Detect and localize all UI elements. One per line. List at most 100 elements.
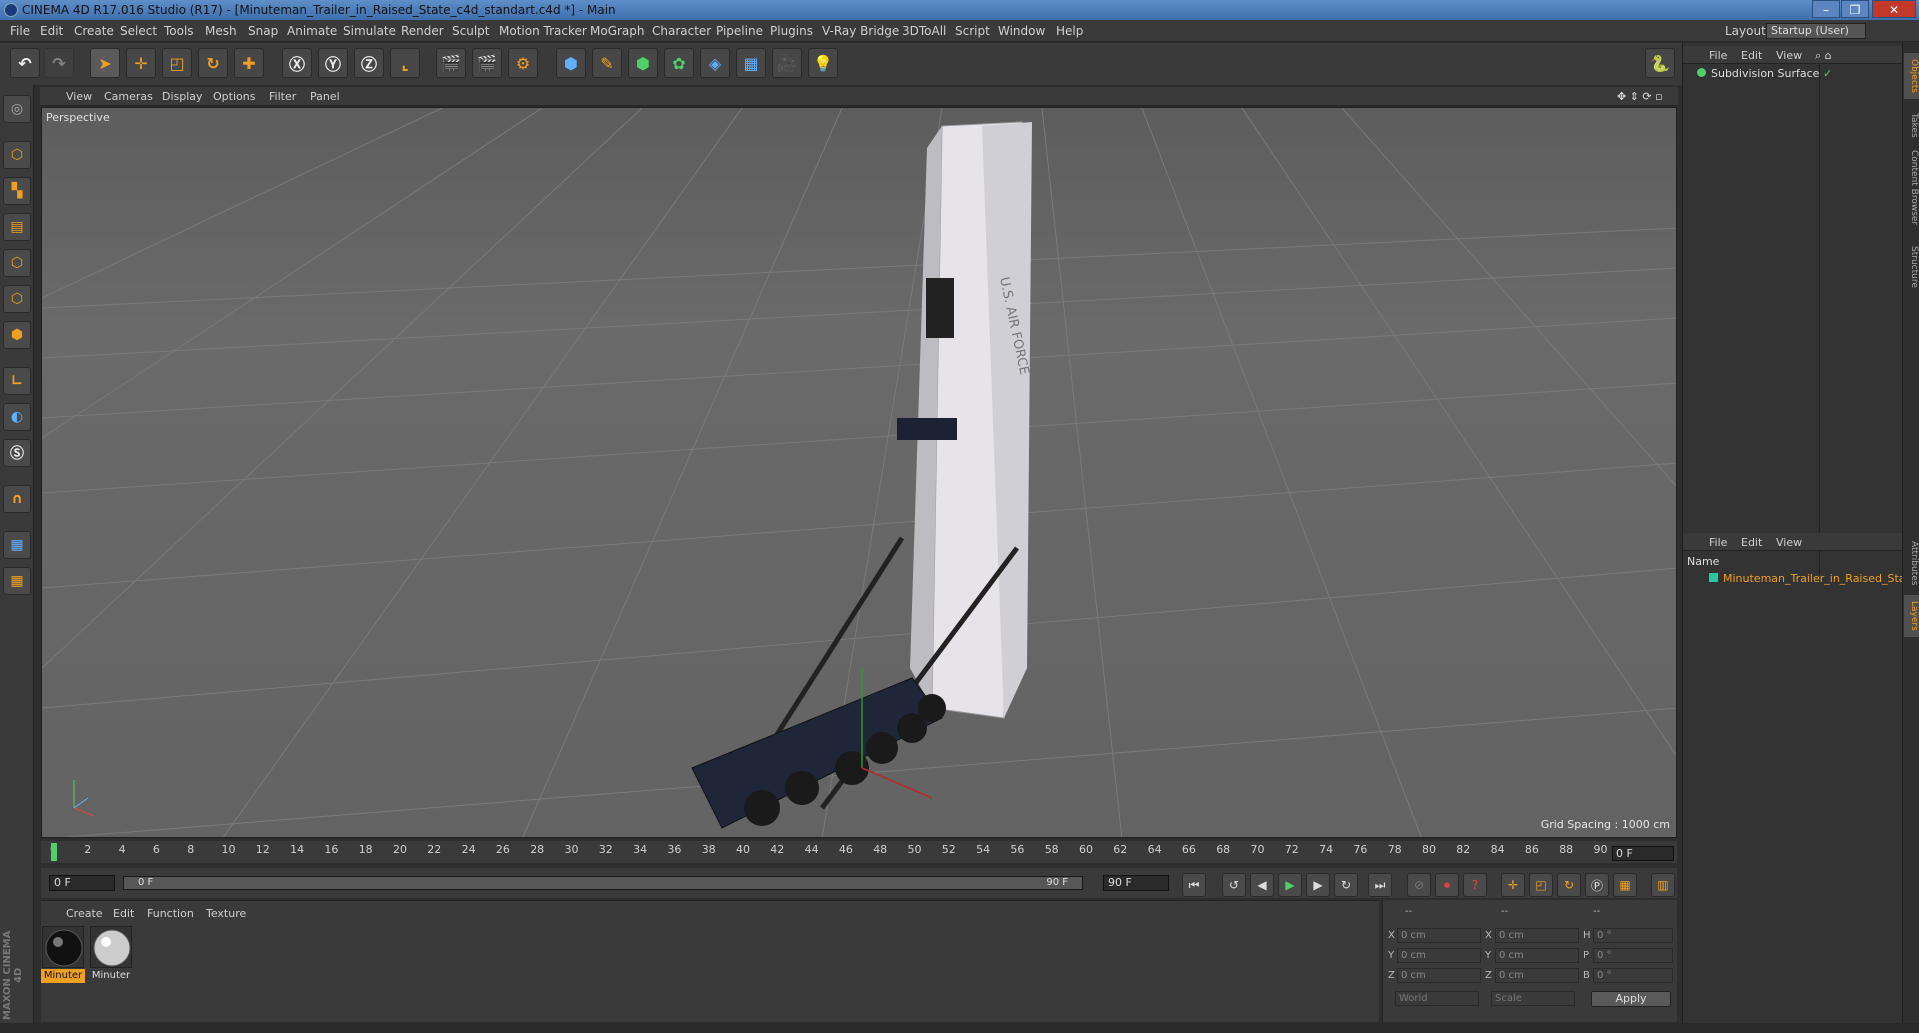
size-x-field[interactable]: 0 cm (1495, 928, 1579, 943)
objects-menu-file[interactable]: File (1709, 49, 1727, 62)
menu-tools[interactable]: Tools (164, 24, 194, 38)
size-y-field[interactable]: 0 cm (1495, 948, 1579, 963)
workplane-mode-icon[interactable]: ▤ (3, 213, 31, 241)
position-z-field[interactable]: 0 cm (1397, 968, 1481, 983)
light-icon[interactable]: 💡 (808, 48, 838, 78)
objects-menu-view[interactable]: View (1776, 49, 1802, 62)
keyframe-selection-icon[interactable]: ? (1463, 873, 1487, 897)
object-name[interactable]: Subdivision Surface (1711, 67, 1819, 80)
start-frame-field[interactable]: 0 F (49, 875, 115, 891)
rotation-h-field[interactable]: 0 ° (1593, 928, 1673, 943)
menu-edit[interactable]: Edit (40, 24, 63, 38)
viewport-menu-filter[interactable]: Filter (269, 90, 296, 103)
menu-sculpt[interactable]: Sculpt (452, 24, 489, 38)
render-picture-viewer-icon[interactable]: 🎬 (472, 48, 502, 78)
layers-menu-file[interactable]: File (1709, 536, 1727, 549)
menu-simulate[interactable]: Simulate (343, 24, 396, 38)
redo-icon[interactable]: ↷ (44, 48, 74, 78)
menu-mograph[interactable]: MoGraph (590, 24, 645, 38)
end-frame-field[interactable]: 90 F (1103, 875, 1169, 891)
tab-structure[interactable]: Structure (1904, 239, 1919, 295)
menu-select[interactable]: Select (120, 24, 157, 38)
menu-character[interactable]: Character (652, 24, 711, 38)
autokey-icon[interactable]: ⏺ (1435, 873, 1459, 897)
pen-spline-icon[interactable]: ✎ (592, 48, 622, 78)
layers-menu-view[interactable]: View (1776, 536, 1802, 549)
layer-name[interactable]: Minuteman_Trailer_in_Raised_State (1723, 572, 1903, 585)
move-icon[interactable]: ✛ (126, 48, 156, 78)
material-menu-texture[interactable]: Texture (206, 907, 246, 920)
viewport-menu-options[interactable]: Options (213, 90, 255, 103)
locked-workplane-icon[interactable]: ▦ (3, 531, 31, 559)
size-z-field[interactable]: 0 cm (1495, 968, 1579, 983)
python-icon[interactable]: 🐍 (1645, 48, 1675, 78)
objects-menu-edit[interactable]: Edit (1741, 49, 1762, 62)
viewport-menu-cameras[interactable]: Cameras (104, 90, 153, 103)
object-row[interactable]: Subdivision Surface ✓ (1683, 66, 1903, 82)
minimize-button[interactable]: – (1812, 0, 1840, 18)
position-y-field[interactable]: 0 cm (1397, 948, 1481, 963)
material-name[interactable]: Minuter (89, 969, 133, 983)
tweak-mode-icon[interactable]: ◐ (3, 403, 31, 431)
menu-vray-bridge[interactable]: V-Ray Bridge (822, 24, 899, 38)
points-mode-icon[interactable]: ⬡ (3, 249, 31, 277)
menu-mesh[interactable]: Mesh (205, 24, 237, 38)
texture-mode-icon[interactable]: ▚ (3, 177, 31, 205)
rotate-icon[interactable]: ↻ (198, 48, 228, 78)
next-key-icon[interactable]: ↻ (1334, 873, 1358, 897)
menu-3dtoall[interactable]: 3DToAll (902, 24, 946, 38)
position-x-field[interactable]: 0 cm (1397, 928, 1481, 943)
mograph-cloner-icon[interactable]: ✿ (664, 48, 694, 78)
tab-content-browser[interactable]: Content Browser (1904, 147, 1919, 229)
select-arrow-icon[interactable]: ➤ (90, 48, 120, 78)
key-pla-icon[interactable]: ▦ (1613, 873, 1637, 897)
layer-row[interactable]: Minuteman_Trailer_in_Raised_State (1683, 571, 1903, 587)
rotation-b-field[interactable]: 0 ° (1593, 968, 1673, 983)
planar-workplane-icon[interactable]: ▦ (3, 567, 31, 595)
viewport-menu-view[interactable]: View (66, 90, 92, 103)
viewport-nav-icons[interactable]: ✥ ⇕ ⟳ ▫ (1617, 90, 1663, 103)
timeline-window-icon[interactable]: ▥ (1651, 873, 1675, 897)
next-frame-icon[interactable]: ▶ (1306, 873, 1330, 897)
deformer-icon[interactable]: ◈ (700, 48, 730, 78)
material-menu-edit[interactable]: Edit (113, 907, 134, 920)
menu-help[interactable]: Help (1056, 24, 1083, 38)
material-menu-function[interactable]: Function (147, 907, 194, 920)
undo-icon[interactable]: ↶ (10, 48, 40, 78)
key-rotation-icon[interactable]: ↻ (1557, 873, 1581, 897)
edges-mode-icon[interactable]: ⬡ (3, 285, 31, 313)
current-frame-field[interactable]: 0 F (1612, 846, 1674, 861)
tab-takes[interactable]: Takes (1904, 105, 1919, 145)
cube-icon[interactable]: ⬢ (556, 48, 586, 78)
menu-pipeline[interactable]: Pipeline (716, 24, 763, 38)
layers-menu-edit[interactable]: Edit (1741, 536, 1762, 549)
menu-script[interactable]: Script (955, 24, 990, 38)
y-axis-icon[interactable]: Ⓨ (318, 48, 348, 78)
viewport-menu-panel[interactable]: Panel (310, 90, 340, 103)
material-thumbnail[interactable] (42, 926, 84, 968)
size-mode-dropdown[interactable]: Scale (1491, 991, 1575, 1006)
maximize-button[interactable]: ❐ (1841, 0, 1869, 18)
tab-layers[interactable]: Layers (1904, 595, 1919, 637)
play-icon[interactable]: ▶ (1278, 873, 1302, 897)
key-position-icon[interactable]: ✛ (1501, 873, 1525, 897)
menu-create[interactable]: Create (74, 24, 114, 38)
menu-window[interactable]: Window (998, 24, 1045, 38)
viewport-menu-display[interactable]: Display (162, 90, 203, 103)
coordinate-mode-dropdown[interactable]: World (1395, 991, 1479, 1006)
menu-plugins[interactable]: Plugins (770, 24, 813, 38)
model-mode-icon[interactable]: ⬡ (3, 141, 31, 169)
menu-file[interactable]: File (10, 24, 30, 38)
search-icon[interactable]: ⌕ ⌂ (1815, 49, 1832, 63)
material-menu-create[interactable]: Create (66, 907, 103, 920)
material-name[interactable]: Minuter (41, 969, 85, 983)
magnet-icon[interactable]: ∩ (3, 485, 31, 513)
close-button[interactable]: ✕ (1872, 0, 1916, 18)
subdivision-icon[interactable]: ⬢ (628, 48, 658, 78)
playhead[interactable] (51, 843, 57, 861)
tab-objects[interactable]: Objects (1904, 53, 1919, 99)
x-axis-icon[interactable]: Ⓧ (282, 48, 312, 78)
camera-icon[interactable]: 🎥 (772, 48, 802, 78)
perspective-viewport[interactable]: U.S. AIR FORCE Perspective Grid Spacing … (41, 107, 1677, 838)
previous-key-icon[interactable]: ↺ (1222, 873, 1246, 897)
